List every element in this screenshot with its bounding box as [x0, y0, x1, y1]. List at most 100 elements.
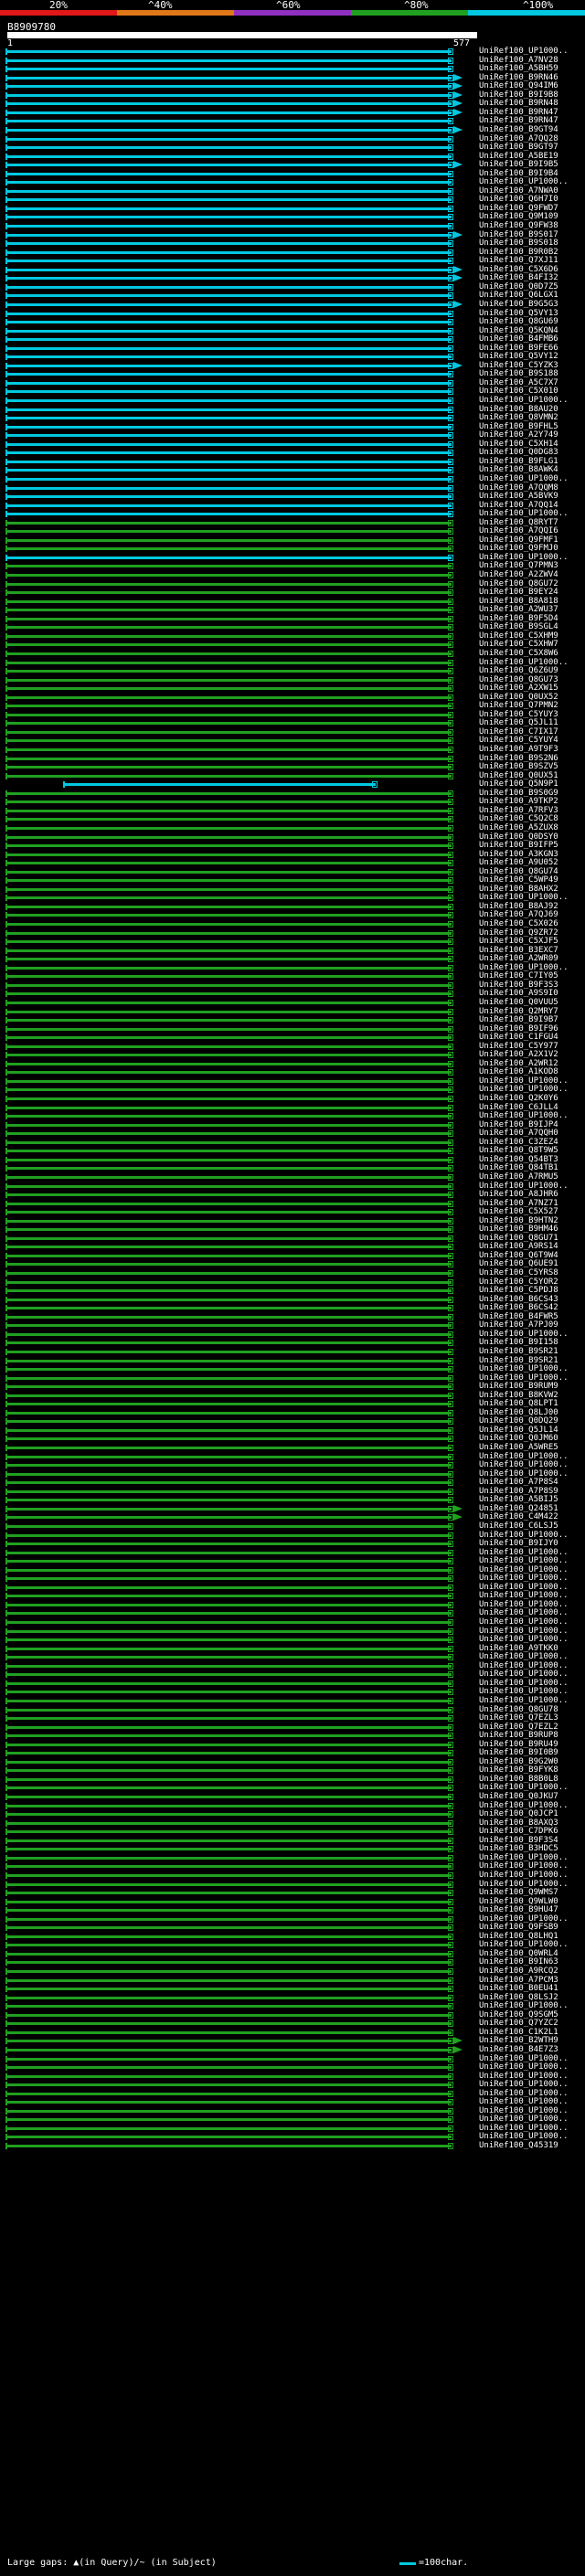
hit-label[interactable]: UniRef100_B9I9B5 [479, 161, 558, 169]
hit-row[interactable]: UniRef100_Q7YZC2 [0, 2019, 585, 2028]
hit-label[interactable]: UniRef100_C5X026 [479, 920, 558, 928]
hit-row[interactable]: UniRef100_Q6Z6U9 [0, 667, 585, 675]
hit-row[interactable]: UniRef100_Q94IM6 [0, 82, 585, 90]
hit-label[interactable]: UniRef100_UP1000.. [479, 2063, 569, 2072]
hit-row[interactable]: UniRef100_B9SZV5 [0, 763, 585, 771]
hit-row[interactable]: UniRef100_B9I0B9 [0, 1749, 585, 1757]
hit-row[interactable]: UniRef100_UP1000.. [0, 1461, 585, 1469]
hit-label[interactable]: UniRef100_UP1000.. [479, 1697, 569, 1705]
hit-row[interactable]: UniRef100_B9S018 [0, 239, 585, 248]
hit-row[interactable]: UniRef100_Q8T9W5 [0, 1147, 585, 1155]
hit-row[interactable]: UniRef100_B9FYK8 [0, 1766, 585, 1775]
hit-label[interactable]: UniRef100_Q6LGX1 [479, 292, 558, 300]
hit-label[interactable]: UniRef100_A2ZWV4 [479, 571, 558, 579]
hit-label[interactable]: UniRef100_UP1000.. [479, 1670, 569, 1679]
hit-row[interactable]: UniRef100_Q9FW38 [0, 222, 585, 230]
hit-label[interactable]: UniRef100_B4E7Z3 [479, 2046, 558, 2054]
hit-row[interactable]: UniRef100_A7QQH0 [0, 1129, 585, 1138]
hit-row[interactable]: UniRef100_B9SGL4 [0, 623, 585, 631]
hit-label[interactable]: UniRef100_C5YRS8 [479, 1269, 558, 1277]
hit-label[interactable]: UniRef100_Q7PMN2 [479, 702, 558, 710]
hit-label[interactable]: UniRef100_A5BH59 [479, 65, 558, 73]
hit-label[interactable]: UniRef100_UP1000.. [479, 894, 569, 902]
hit-label[interactable]: UniRef100_UP1000.. [479, 1592, 569, 1600]
hit-row[interactable]: UniRef100_Q9FMJ0 [0, 545, 585, 553]
hit-label[interactable]: UniRef100_B3HDC5 [479, 1845, 558, 1853]
hit-label[interactable]: UniRef100_A2Y749 [479, 431, 558, 440]
hit-label[interactable]: UniRef100_A5WRE5 [479, 1444, 558, 1452]
hit-row[interactable]: UniRef100_Q0JKU7 [0, 1793, 585, 1801]
hit-label[interactable]: UniRef100_Q0JKU7 [479, 1793, 558, 1801]
hit-row[interactable]: UniRef100_UP1000.. [0, 2115, 585, 2124]
hit-row[interactable]: UniRef100_B9IN63 [0, 1958, 585, 1966]
hit-label[interactable]: UniRef100_B9I158 [479, 1339, 558, 1347]
hit-label[interactable]: UniRef100_Q84TB1 [479, 1164, 558, 1172]
hit-label[interactable]: UniRef100_C7IY05 [479, 972, 558, 981]
hit-row[interactable]: UniRef100_B9G5G3 [0, 301, 585, 309]
hit-row[interactable]: UniRef100_UP1000.. [0, 1688, 585, 1696]
hit-row[interactable]: UniRef100_B4FI32 [0, 274, 585, 282]
hit-row[interactable]: UniRef100_B6CS42 [0, 1304, 585, 1312]
hit-row[interactable]: UniRef100_A5BVK9 [0, 493, 585, 501]
hit-label[interactable]: UniRef100_UP1000.. [479, 1941, 569, 1949]
hit-row[interactable]: UniRef100_UP1000.. [0, 475, 585, 483]
hit-row[interactable]: UniRef100_Q8VMN2 [0, 414, 585, 422]
hit-row[interactable]: UniRef100_Q7PMN3 [0, 562, 585, 570]
hit-label[interactable]: UniRef100_Q7EZL3 [479, 1714, 558, 1723]
hit-row[interactable]: UniRef100_A9RS14 [0, 1243, 585, 1251]
hit-row[interactable]: UniRef100_B2WTH9 [0, 2037, 585, 2045]
hit-row[interactable]: UniRef100_B9HU47 [0, 1906, 585, 1914]
hit-row[interactable]: UniRef100_A9RCQ2 [0, 1967, 585, 1976]
hit-label[interactable]: UniRef100_Q8T9W5 [479, 1147, 558, 1155]
hit-row[interactable]: UniRef100_Q7EZL3 [0, 1714, 585, 1723]
hit-label[interactable]: UniRef100_Q45319 [479, 2142, 558, 2150]
hit-label[interactable]: UniRef100_A2X1V2 [479, 1051, 558, 1059]
hit-row[interactable]: UniRef100_Q9M109 [0, 213, 585, 221]
hit-row[interactable]: UniRef100_Q0DG83 [0, 449, 585, 457]
hit-label[interactable]: UniRef100_Q8VMN2 [479, 414, 558, 422]
hit-row[interactable]: UniRef100_C5X010 [0, 387, 585, 396]
hit-label[interactable]: UniRef100_Q5VY12 [479, 353, 558, 361]
hit-label[interactable]: UniRef100_UP1000.. [479, 1618, 569, 1627]
hit-label[interactable]: UniRef100_B9S188 [479, 370, 558, 378]
hit-label[interactable]: UniRef100_Q0JM60 [479, 1435, 558, 1443]
hit-label[interactable]: UniRef100_B9GT97 [479, 143, 558, 152]
hit-label[interactable]: UniRef100_UP1000.. [479, 475, 569, 483]
hit-row[interactable]: UniRef100_UP1000.. [0, 1941, 585, 1949]
hit-label[interactable]: UniRef100_C7DPK6 [479, 1828, 558, 1836]
hit-label[interactable]: UniRef100_UP1000.. [479, 2115, 569, 2124]
hit-row[interactable]: UniRef100_UP1000.. [0, 2002, 585, 2010]
hit-label[interactable]: UniRef100_C5PDJ8 [479, 1287, 558, 1295]
hit-row[interactable]: UniRef100_A7QQI6 [0, 527, 585, 535]
hit-row[interactable]: UniRef100_A5BIJ5 [0, 1496, 585, 1504]
hit-label[interactable]: UniRef100_UP1000.. [479, 2098, 569, 2106]
hit-label[interactable]: UniRef100_A7PJ09 [479, 1321, 558, 1330]
hit-row[interactable]: UniRef100_Q2K0Y6 [0, 1095, 585, 1103]
hit-label[interactable]: UniRef100_UP1000.. [479, 1574, 569, 1583]
hit-row[interactable]: UniRef100_B9RN47 [0, 117, 585, 125]
hit-row[interactable]: UniRef100_A1KOD8 [0, 1068, 585, 1076]
hit-row[interactable]: UniRef100_C5X527 [0, 1208, 585, 1216]
hit-label[interactable]: UniRef100_C5YUY4 [479, 737, 558, 745]
hit-row[interactable]: UniRef100_UP1000.. [0, 1086, 585, 1094]
hit-row[interactable]: UniRef100_UP1000.. [0, 1112, 585, 1120]
hit-label[interactable]: UniRef100_C5X527 [479, 1208, 558, 1216]
hit-label[interactable]: UniRef100_B9I0B9 [479, 1749, 558, 1757]
hit-row[interactable]: UniRef100_A9U052 [0, 859, 585, 867]
hit-label[interactable]: UniRef100_Q9FSB9 [479, 1924, 558, 1932]
hit-label[interactable]: UniRef100_B9RUM9 [479, 1383, 558, 1391]
hit-row[interactable]: UniRef100_C6LSJ5 [0, 1522, 585, 1531]
hit-label[interactable]: UniRef100_A8JHR6 [479, 1191, 558, 1199]
hit-row[interactable]: UniRef100_C5WP49 [0, 876, 585, 885]
hit-row[interactable]: UniRef100_Q5VY12 [0, 353, 585, 361]
hit-row[interactable]: UniRef100_Q0JCP1 [0, 1810, 585, 1818]
hit-row[interactable]: UniRef100_A2WU37 [0, 606, 585, 614]
hit-label[interactable]: UniRef100_Q5N9P1 [479, 780, 558, 789]
hit-label[interactable]: UniRef100_B8AWK4 [479, 466, 558, 474]
hit-label[interactable]: UniRef100_Q9M109 [479, 213, 558, 221]
hit-label[interactable]: UniRef100_A2XW15 [479, 684, 558, 693]
hit-label[interactable]: UniRef100_UP1000.. [479, 1112, 569, 1120]
hit-row[interactable]: UniRef100_C5XHW7 [0, 641, 585, 649]
hit-label[interactable]: UniRef100_B9HM46 [479, 1225, 558, 1234]
hit-row[interactable]: UniRef100_A8JHR6 [0, 1191, 585, 1199]
